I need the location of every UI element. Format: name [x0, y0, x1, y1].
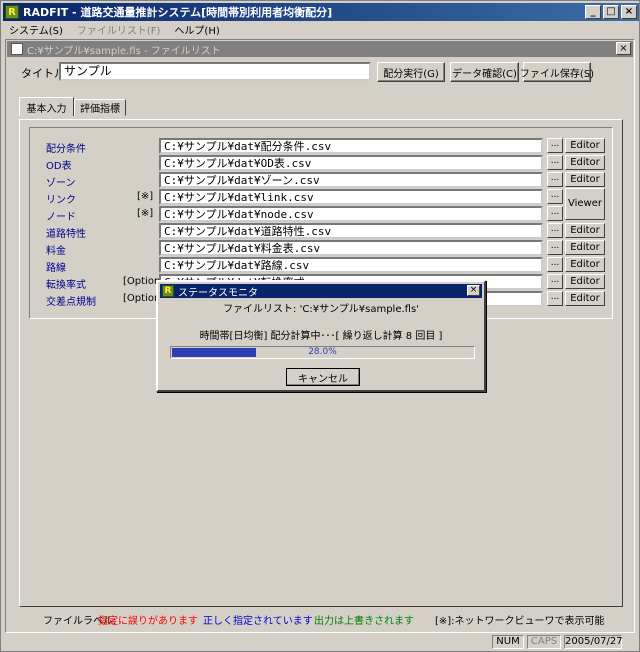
dialog-logo-icon: R: [162, 285, 174, 297]
radfit-logo-icon: R: [5, 5, 19, 19]
maximize-button[interactable]: □: [603, 5, 619, 19]
editor-button[interactable]: Editor: [565, 138, 605, 153]
legend-error: 指定に誤りがあります: [98, 616, 198, 627]
file-path-input[interactable]: C:¥サンプル¥dat¥路線.csv: [159, 257, 543, 273]
window-title: RADFIT - 道路交通量推計システム[時間帯別利用者均衡配分]: [23, 6, 333, 19]
status-num: NUM: [492, 635, 524, 649]
title-input[interactable]: サンプル: [59, 62, 371, 81]
dialog-progress-line: 時間帯[日均衡] 配分計算中･･･[ 繰り返し計算 8 回目 ]: [199, 331, 443, 342]
title-bar: R RADFIT - 道路交通量推計システム[時間帯別利用者均衡配分] _ □ …: [3, 3, 639, 21]
file-save-button[interactable]: ファイル保存(S): [520, 62, 594, 82]
file-tag: [※]: [137, 191, 154, 202]
file-label: 路線: [46, 263, 66, 274]
menu-system[interactable]: システム(S): [9, 22, 63, 37]
editor-button[interactable]: Editor: [565, 257, 605, 272]
legend-ok: 正しく指定されています: [203, 616, 313, 627]
editor-button[interactable]: Editor: [565, 240, 605, 255]
status-caps: CAPS: [527, 635, 561, 649]
progress-text: 28.0%: [308, 347, 337, 357]
editor-button[interactable]: Editor: [565, 155, 605, 170]
file-label: 料金: [46, 246, 66, 257]
run-assignment-button[interactable]: 配分実行(G): [377, 62, 445, 82]
file-label: OD表: [46, 161, 72, 172]
minimize-button[interactable]: _: [585, 5, 601, 19]
dialog-file-line: ファイルリスト: 'C:¥サンプル¥sample.fls': [223, 304, 419, 315]
browse-button[interactable]: ...: [547, 206, 563, 221]
dialog-title-bar: R ステータスモニタ ×: [160, 284, 482, 299]
file-label: 道路特性: [46, 229, 86, 240]
browse-button[interactable]: ...: [547, 172, 563, 187]
file-path-input[interactable]: C:¥サンプル¥dat¥道路特性.csv: [159, 223, 543, 239]
editor-button[interactable]: Editor: [565, 172, 605, 187]
legend-overwrite: 出力は上書きされます: [314, 616, 414, 627]
file-label: リンク: [46, 195, 76, 206]
browse-button[interactable]: ...: [547, 274, 563, 289]
file-path-input[interactable]: C:¥サンプル¥dat¥ゾーン.csv: [159, 172, 543, 188]
dialog-close-button[interactable]: ×: [467, 285, 480, 296]
menu-filelist[interactable]: ファイルリスト(F): [77, 22, 161, 37]
status-date: 2005/07/27: [564, 635, 623, 649]
document-title-bar: C:¥サンプル¥sample.fls - ファイルリスト ×: [7, 41, 633, 57]
cancel-button[interactable]: キャンセル: [286, 368, 360, 386]
editor-button[interactable]: Editor: [565, 291, 605, 306]
file-path-input[interactable]: C:¥サンプル¥dat¥料金表.csv: [159, 240, 543, 256]
browse-button[interactable]: ...: [547, 138, 563, 153]
document-close-button[interactable]: ×: [616, 42, 631, 55]
file-label: 交差点規制: [46, 297, 96, 308]
document-title: C:¥サンプル¥sample.fls - ファイルリスト: [27, 45, 221, 57]
status-monitor-dialog: R ステータスモニタ × ファイルリスト: 'C:¥サンプル¥sample.fl…: [156, 280, 486, 392]
tab-evaluation[interactable]: 評価指標: [74, 99, 126, 116]
menu-help[interactable]: ヘルプ(H): [174, 22, 219, 37]
status-bar: NUM CAPS 2005/07/27: [1, 633, 639, 651]
file-path-input[interactable]: C:¥サンプル¥dat¥配分条件.csv: [159, 138, 543, 154]
file-label: ノード: [46, 212, 76, 223]
dialog-title: ステータスモニタ: [178, 287, 258, 299]
document-icon: [11, 43, 23, 55]
browse-button[interactable]: ...: [547, 223, 563, 238]
legend-note: [※]:ネットワークビューワで表示可能: [435, 616, 605, 627]
viewer-button[interactable]: Viewer: [565, 188, 605, 220]
editor-button[interactable]: Editor: [565, 274, 605, 289]
file-path-input[interactable]: C:¥サンプル¥dat¥link.csv: [159, 189, 543, 205]
progress-bar: 28.0%: [170, 346, 475, 359]
browse-button[interactable]: ...: [547, 240, 563, 255]
file-label: 配分条件: [46, 144, 86, 155]
editor-button[interactable]: Editor: [565, 223, 605, 238]
browse-button[interactable]: ...: [547, 291, 563, 306]
app-window: R RADFIT - 道路交通量推計システム[時間帯別利用者均衡配分] _ □ …: [0, 0, 640, 652]
file-path-input[interactable]: C:¥サンプル¥dat¥OD表.csv: [159, 155, 543, 171]
close-button[interactable]: ×: [621, 5, 637, 19]
file-label: 転換率式: [46, 280, 86, 291]
menu-bar: システム(S) ファイルリスト(F) ヘルプ(H): [3, 21, 639, 38]
data-check-button[interactable]: データ確認(C): [450, 62, 519, 82]
browse-button[interactable]: ...: [547, 189, 563, 204]
file-label: ゾーン: [46, 178, 76, 189]
file-tag: [※]: [137, 208, 154, 219]
file-path-input[interactable]: C:¥サンプル¥dat¥node.csv: [159, 206, 543, 222]
browse-button[interactable]: ...: [547, 257, 563, 272]
tab-basic-input[interactable]: 基本入力: [19, 97, 74, 116]
browse-button[interactable]: ...: [547, 155, 563, 170]
